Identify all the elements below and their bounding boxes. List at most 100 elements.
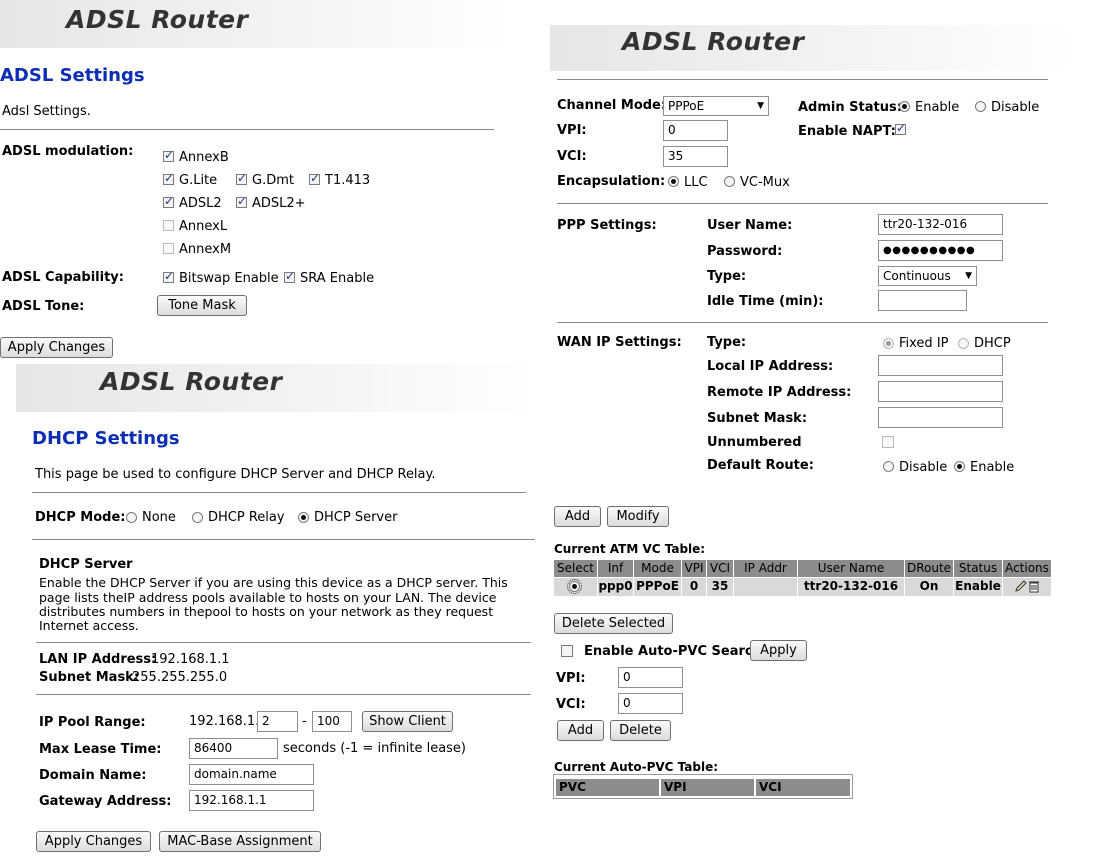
max-lease-unit: seconds (-1 = infinite lease)	[283, 741, 466, 756]
atm-row-actions	[1003, 578, 1051, 596]
ip-pool-prefix: 192.168.1.	[189, 714, 260, 729]
local-ip-label: Local IP Address:	[707, 359, 834, 374]
route-disable-radio[interactable]	[883, 461, 894, 472]
annexl-checkbox[interactable]	[163, 220, 174, 231]
adsl-apply-changes-button[interactable]: Apply Changes	[0, 337, 113, 358]
pvc-vci-label: VCI:	[556, 697, 586, 712]
password-input[interactable]: ●●●●●●●●●●	[878, 240, 1003, 261]
show-client-button[interactable]: Show Client	[362, 711, 453, 732]
ip-pool-start-input[interactable]: 2	[257, 711, 298, 732]
encap-vcmux-radio[interactable]	[724, 176, 735, 187]
pvc-add-button[interactable]: Add	[557, 720, 604, 741]
pvc-vpi-label: VPI:	[556, 671, 586, 686]
atm-header-username: User Name	[798, 560, 904, 577]
atm-row-select-cell	[554, 578, 597, 596]
gateway-address-input[interactable]: 192.168.1.1	[189, 790, 314, 811]
remote-ip-input[interactable]	[878, 381, 1003, 402]
atm-header-ipaddr: IP Addr	[734, 560, 797, 577]
username-input[interactable]: ttr20-132-016	[878, 214, 1003, 235]
wan-subnet-input[interactable]	[878, 407, 1003, 428]
local-ip-input[interactable]	[878, 355, 1003, 376]
domain-name-input[interactable]: domain.name	[189, 764, 314, 785]
adsl-banner-title: ADSL Router	[66, 5, 249, 34]
adsl2plus-checkbox[interactable]	[236, 194, 247, 208]
dhcp-mode-server-label: DHCP Server	[314, 510, 398, 525]
atm-row-status: Enable	[954, 578, 1002, 596]
atm-row-select-radio[interactable]	[567, 579, 582, 594]
annexm-checkbox[interactable]	[163, 243, 174, 254]
max-lease-input[interactable]: 86400	[189, 738, 278, 759]
vci-input[interactable]: 35	[663, 146, 728, 167]
dhcp-mode-none-radio[interactable]	[126, 512, 137, 523]
idle-time-input[interactable]	[878, 290, 967, 311]
atm-header-inf: Inf	[598, 560, 633, 577]
edit-pencil-icon[interactable]	[1014, 579, 1028, 593]
dhcp-label: DHCP	[974, 336, 1011, 351]
atm-header-select: Select	[554, 560, 597, 577]
delete-selected-button[interactable]: Delete Selected	[554, 613, 673, 634]
ip-pool-end-input[interactable]: 100	[312, 711, 352, 732]
bitswap-checkbox[interactable]	[163, 269, 174, 283]
admin-status-label: Admin Status:	[798, 100, 902, 115]
glite-label: G.Lite	[179, 173, 218, 188]
gdmt-label: G.Dmt	[252, 173, 294, 188]
channel-mode-select[interactable]: PPPoE ▼	[663, 96, 769, 116]
dhcp-mode-relay-radio[interactable]	[192, 512, 203, 523]
atm-header-vpi: VPI	[682, 560, 706, 577]
route-enable-radio[interactable]	[954, 461, 965, 472]
wan-divider-1	[557, 203, 1048, 204]
wan-add-button[interactable]: Add	[554, 506, 601, 527]
ppp-type-select[interactable]: Continuous ▼	[878, 266, 977, 286]
dhcp-apply-changes-button[interactable]: Apply Changes	[36, 831, 151, 852]
atm-row-ipaddr	[734, 578, 797, 596]
adsl2-checkbox[interactable]	[163, 194, 174, 208]
mac-base-assignment-button[interactable]: MAC-Base Assignment	[159, 831, 321, 852]
pvc-delete-button[interactable]: Delete	[610, 720, 671, 741]
admin-enable-radio[interactable]	[899, 101, 910, 112]
glite-checkbox[interactable]	[163, 171, 174, 185]
sra-checkbox[interactable]	[284, 269, 295, 283]
atm-row-vpi: 0	[682, 578, 706, 596]
trash-icon[interactable]	[1028, 579, 1040, 593]
dhcp-server-desc-line-4: Internet access.	[39, 618, 139, 633]
admin-disable-radio[interactable]	[975, 101, 986, 112]
remote-ip-label: Remote IP Address:	[707, 385, 852, 400]
pvc-vci-input[interactable]: 0	[618, 693, 683, 714]
adsl2-label: ADSL2	[179, 196, 222, 211]
sra-label: SRA Enable	[300, 271, 375, 286]
atm-row-vci: 35	[707, 578, 733, 596]
unnumbered-checkbox[interactable]	[882, 436, 894, 448]
auto-pvc-apply-button[interactable]: Apply	[750, 640, 807, 661]
adsl2plus-label: ADSL2+	[252, 196, 306, 211]
encap-llc-radio[interactable]	[668, 176, 679, 187]
dhcp-description: This page be used to configure DHCP Serv…	[35, 467, 436, 482]
vpi-input[interactable]: 0	[663, 120, 728, 141]
atm-row-username: ttr20-132-016	[798, 578, 904, 596]
dhcp-mode-none-label: None	[142, 510, 176, 525]
dhcp-page-title: DHCP Settings	[32, 428, 180, 449]
pvc-vpi-input[interactable]: 0	[618, 667, 683, 688]
fixed-ip-radio[interactable]	[883, 338, 894, 349]
adsl-capability-label: ADSL Capability:	[2, 270, 124, 285]
pvc-table-title: Current Auto-PVC Table:	[554, 760, 719, 774]
chevron-down-icon: ▼	[757, 101, 764, 111]
auto-pvc-checkbox[interactable]	[561, 645, 573, 657]
adsl-tone-label: ADSL Tone:	[2, 299, 85, 314]
tone-mask-button[interactable]: Tone Mask	[157, 295, 247, 316]
dhcp-radio[interactable]	[958, 338, 969, 349]
annexb-checkbox[interactable]	[163, 148, 174, 162]
enable-napt-checkbox[interactable]	[895, 121, 906, 135]
admin-disable-label: Disable	[991, 100, 1040, 115]
atm-row-droute: On	[905, 578, 953, 596]
pvc-header-vpi: VPI	[661, 779, 754, 796]
wan-modify-button[interactable]: Modify	[607, 506, 669, 527]
dhcp-server-desc-line-3: distributes numbers in thepool to hosts …	[39, 604, 494, 619]
t1413-checkbox[interactable]	[309, 171, 320, 185]
dhcp-mode-server-radio[interactable]	[298, 512, 309, 523]
encap-vcmux-label: VC-Mux	[740, 175, 790, 190]
pvc-header-vci: VCI	[756, 779, 850, 796]
ip-pool-range-label: IP Pool Range:	[39, 715, 146, 730]
gdmt-checkbox[interactable]	[236, 171, 247, 185]
dhcp-server-desc-line-2: page lists theIP address pools available…	[39, 590, 497, 605]
atm-header-actions: Actions	[1003, 560, 1051, 577]
